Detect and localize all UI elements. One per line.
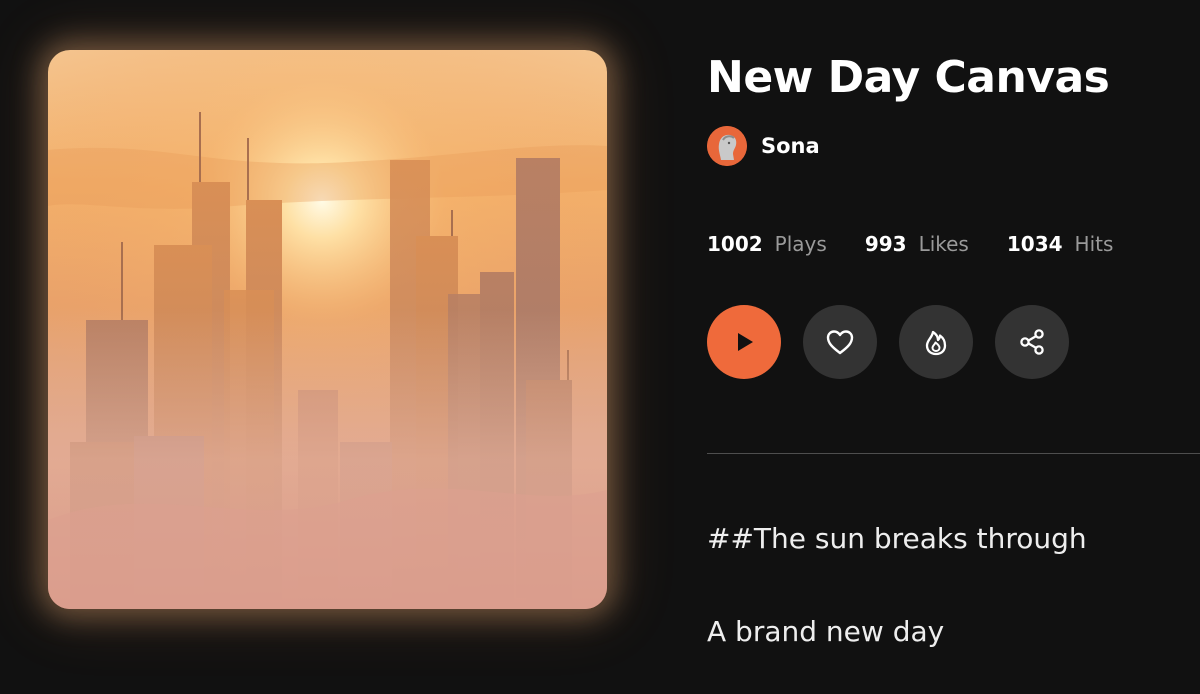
lyric-line: A brand new day	[707, 615, 945, 648]
action-buttons	[707, 305, 1091, 379]
likes-count: 993	[864, 232, 907, 256]
heart-icon	[826, 330, 854, 355]
artist-avatar[interactable]	[707, 126, 747, 166]
play-button[interactable]	[707, 305, 781, 379]
share-icon	[1020, 329, 1044, 355]
lyric-line: ##The sun breaks through	[707, 522, 1087, 555]
like-button[interactable]	[803, 305, 877, 379]
likes-label: Likes	[918, 232, 969, 256]
plays-label: Plays	[774, 232, 827, 256]
hits-count: 1034	[1006, 232, 1063, 256]
song-title: New Day Canvas	[707, 52, 1110, 103]
stat-plays: 1002 Plays	[707, 232, 827, 256]
play-icon	[738, 333, 753, 351]
hot-button[interactable]	[899, 305, 973, 379]
statue-head-icon	[707, 126, 747, 166]
artist-link[interactable]: Sona	[707, 126, 820, 166]
artist-name[interactable]: Sona	[761, 134, 820, 158]
hits-label: Hits	[1074, 232, 1114, 256]
stats-row: 1002 Plays 993 Likes 1034 Hits	[707, 232, 1151, 256]
cover-art	[48, 50, 607, 609]
skyline-illustration	[48, 50, 607, 609]
flame-icon	[925, 330, 947, 356]
share-button[interactable]	[995, 305, 1069, 379]
plays-count: 1002	[707, 232, 763, 256]
stat-likes: 993 Likes	[865, 232, 969, 256]
stat-hits: 1034 Hits	[1007, 232, 1114, 256]
divider	[707, 453, 1200, 454]
